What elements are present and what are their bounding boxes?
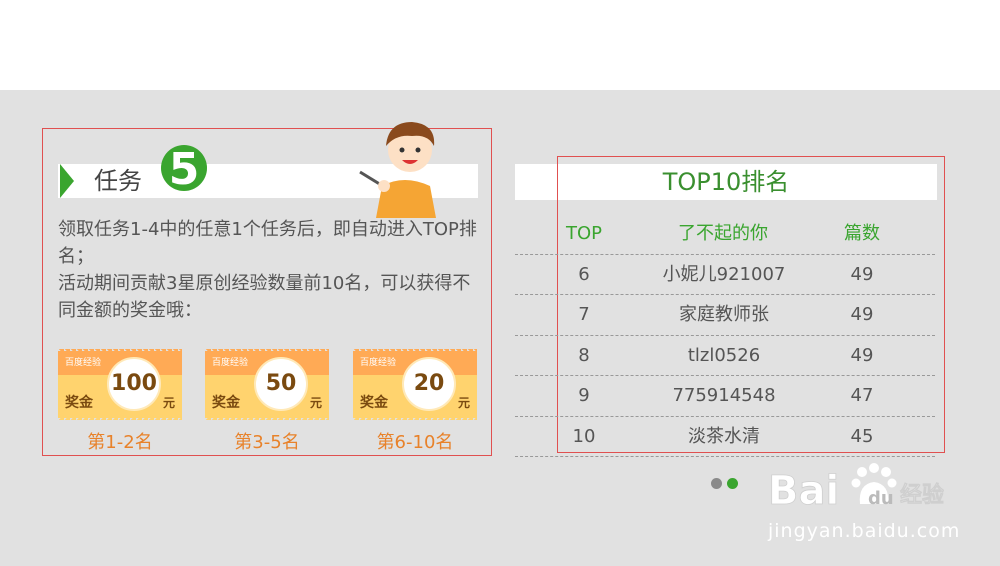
voucher-label: 奖金 — [65, 395, 93, 411]
pager-dot-2[interactable] — [727, 478, 738, 489]
count-cell: 49 — [850, 264, 874, 285]
voucher-edge — [353, 418, 477, 422]
name-cell: 小妮儿921007 — [662, 264, 786, 285]
count-cell: 49 — [850, 345, 874, 366]
name-cell: tlzl0526 — [687, 345, 761, 366]
voucher-brand: 百度经验 — [65, 358, 102, 368]
voucher-unit: 元 — [310, 396, 323, 410]
name-cell: 淡茶水清 — [688, 426, 760, 447]
voucher-amount: 20 — [413, 371, 445, 396]
svg-text:Bai: Bai — [768, 468, 839, 514]
svg-text:经验: 经验 — [900, 482, 944, 508]
description-line: 领取任务1-4中的任意1个任务后，即自动进入TOP排名； — [58, 219, 477, 267]
rank-cell: 10 — [572, 426, 596, 447]
rank-cell: 7 — [578, 304, 590, 325]
arrow-icon — [60, 164, 74, 198]
table-row: 9 775914548 47 — [515, 375, 935, 416]
voucher-edge — [205, 418, 329, 422]
table-row: 6 小妮儿921007 49 — [515, 254, 935, 295]
voucher-2: 百度经验 50 奖金 元 — [205, 347, 329, 422]
count-cell: 49 — [850, 304, 874, 325]
task-title: 任务 — [94, 167, 142, 195]
description-line: 活动期间贡献3星原创经验数量前10名，可以获得不同金额的奖金哦： — [58, 273, 471, 321]
count-cell: 45 — [850, 426, 874, 447]
voucher-edge — [205, 347, 329, 351]
voucher-3: 百度经验 20 奖金 元 — [353, 347, 477, 422]
voucher-caption: 第3-5名 — [234, 432, 300, 453]
watermark-url: jingyan.baidu.com — [768, 520, 961, 542]
pager-dot-1[interactable] — [711, 478, 722, 489]
baidu-jingyan-logo: Bai du 经验 — [768, 463, 944, 514]
voucher-1: 百度经验 100 奖金 元 — [58, 347, 182, 422]
voucher-unit: 元 — [458, 396, 471, 410]
column-header-name: 了不起的你 — [678, 223, 768, 244]
voucher-edge — [58, 418, 182, 422]
task-description: 领取任务1-4中的任意1个任务后，即自动进入TOP排名； 活动期间贡献3星原创经… — [58, 216, 478, 324]
task-number: 5 — [169, 144, 200, 194]
voucher-unit: 元 — [163, 396, 176, 410]
table-row: 10 淡茶水清 45 — [515, 416, 935, 457]
voucher-amount: 50 — [265, 371, 297, 396]
column-header-top: TOP — [565, 223, 603, 244]
count-cell: 47 — [850, 385, 874, 406]
task-number-badge: 5 — [161, 144, 207, 194]
voucher-label: 奖金 — [360, 395, 388, 411]
voucher-caption: 第6-10名 — [376, 432, 454, 453]
voucher-amount: 100 — [111, 371, 157, 396]
rank-cell: 9 — [578, 385, 590, 406]
table-row: 8 tlzl0526 49 — [515, 335, 935, 376]
avatar — [359, 122, 436, 218]
svg-text:du: du — [868, 488, 894, 509]
column-header-count: 篇数 — [844, 223, 880, 244]
table-row: 7 家庭教师张 49 — [515, 294, 935, 335]
name-cell: 家庭教师张 — [679, 304, 769, 325]
voucher-edge — [353, 347, 477, 351]
voucher-brand: 百度经验 — [360, 358, 397, 368]
rank-cell: 8 — [578, 345, 590, 366]
voucher-label: 奖金 — [212, 395, 240, 411]
voucher-edge — [58, 347, 182, 351]
name-cell: 775914548 — [672, 385, 776, 406]
voucher-caption: 第1-2名 — [87, 432, 153, 453]
rank-cell: 6 — [578, 264, 590, 285]
voucher-brand: 百度经验 — [212, 358, 249, 368]
